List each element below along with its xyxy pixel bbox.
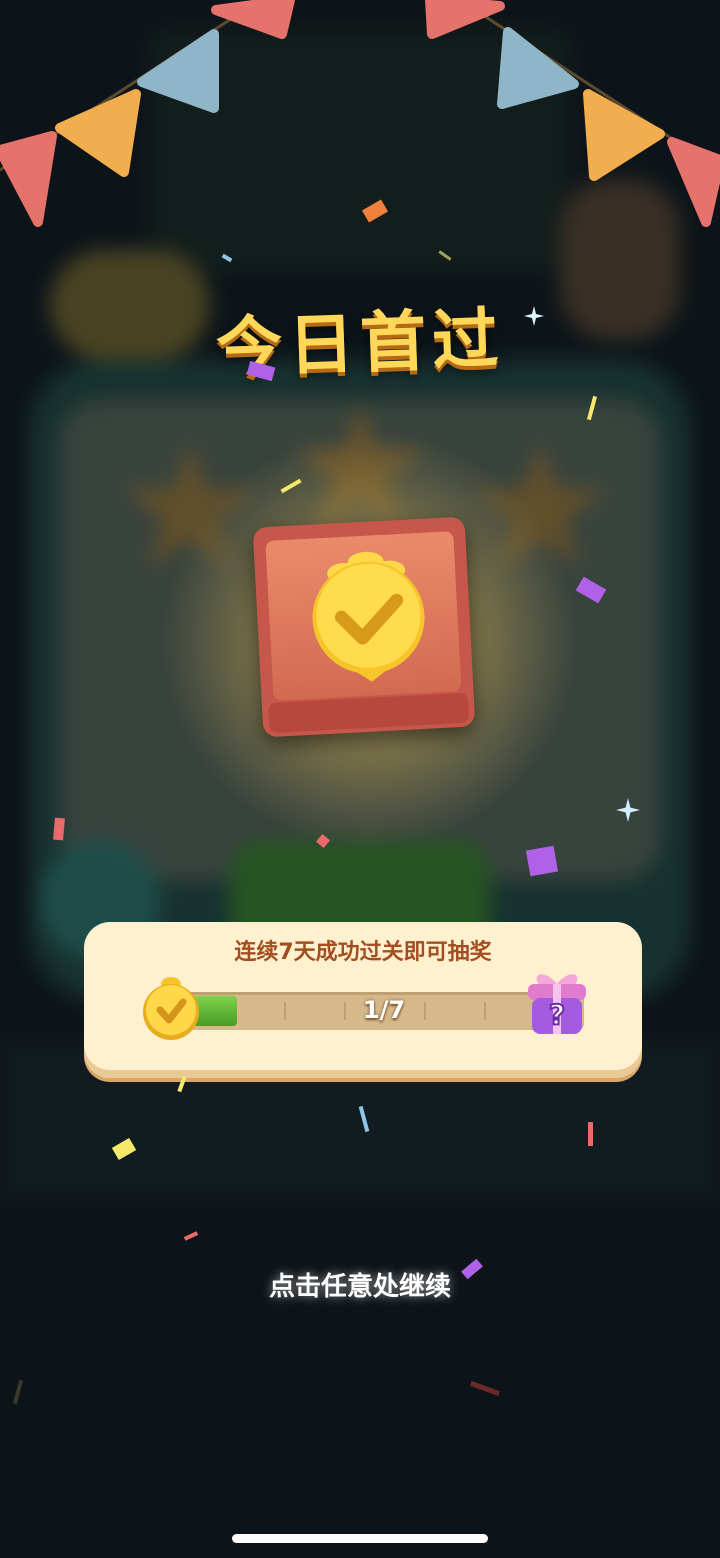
svg-text:?: ?: [549, 998, 565, 1031]
streak-progress-banner: 连续7天成功过关即可抽奖 1/7 ?: [84, 922, 642, 1078]
home-indicator[interactable]: [232, 1534, 488, 1543]
bunting-flags-icon: [0, 0, 720, 227]
game-stage[interactable]: 今日首过 连续7天成功过关即可抽奖 1/7 ? 点击任意处继续: [0, 0, 720, 1558]
sparkle-icon: [616, 798, 640, 822]
gold-coin-check-icon: [143, 977, 199, 1040]
tap-to-continue-hint[interactable]: 点击任意处继续: [0, 1266, 720, 1303]
mystery-gift-box-icon: ?: [528, 974, 586, 1034]
confetti-piece: [588, 1122, 593, 1146]
confetti-piece: [53, 817, 65, 841]
gold-chick-medal-icon: [312, 551, 425, 682]
reward-card: [252, 516, 476, 738]
streak-description: 连续7天成功过关即可抽奖: [234, 940, 492, 965]
confetti-piece: [525, 845, 559, 877]
sparkle-icon: [524, 306, 544, 326]
